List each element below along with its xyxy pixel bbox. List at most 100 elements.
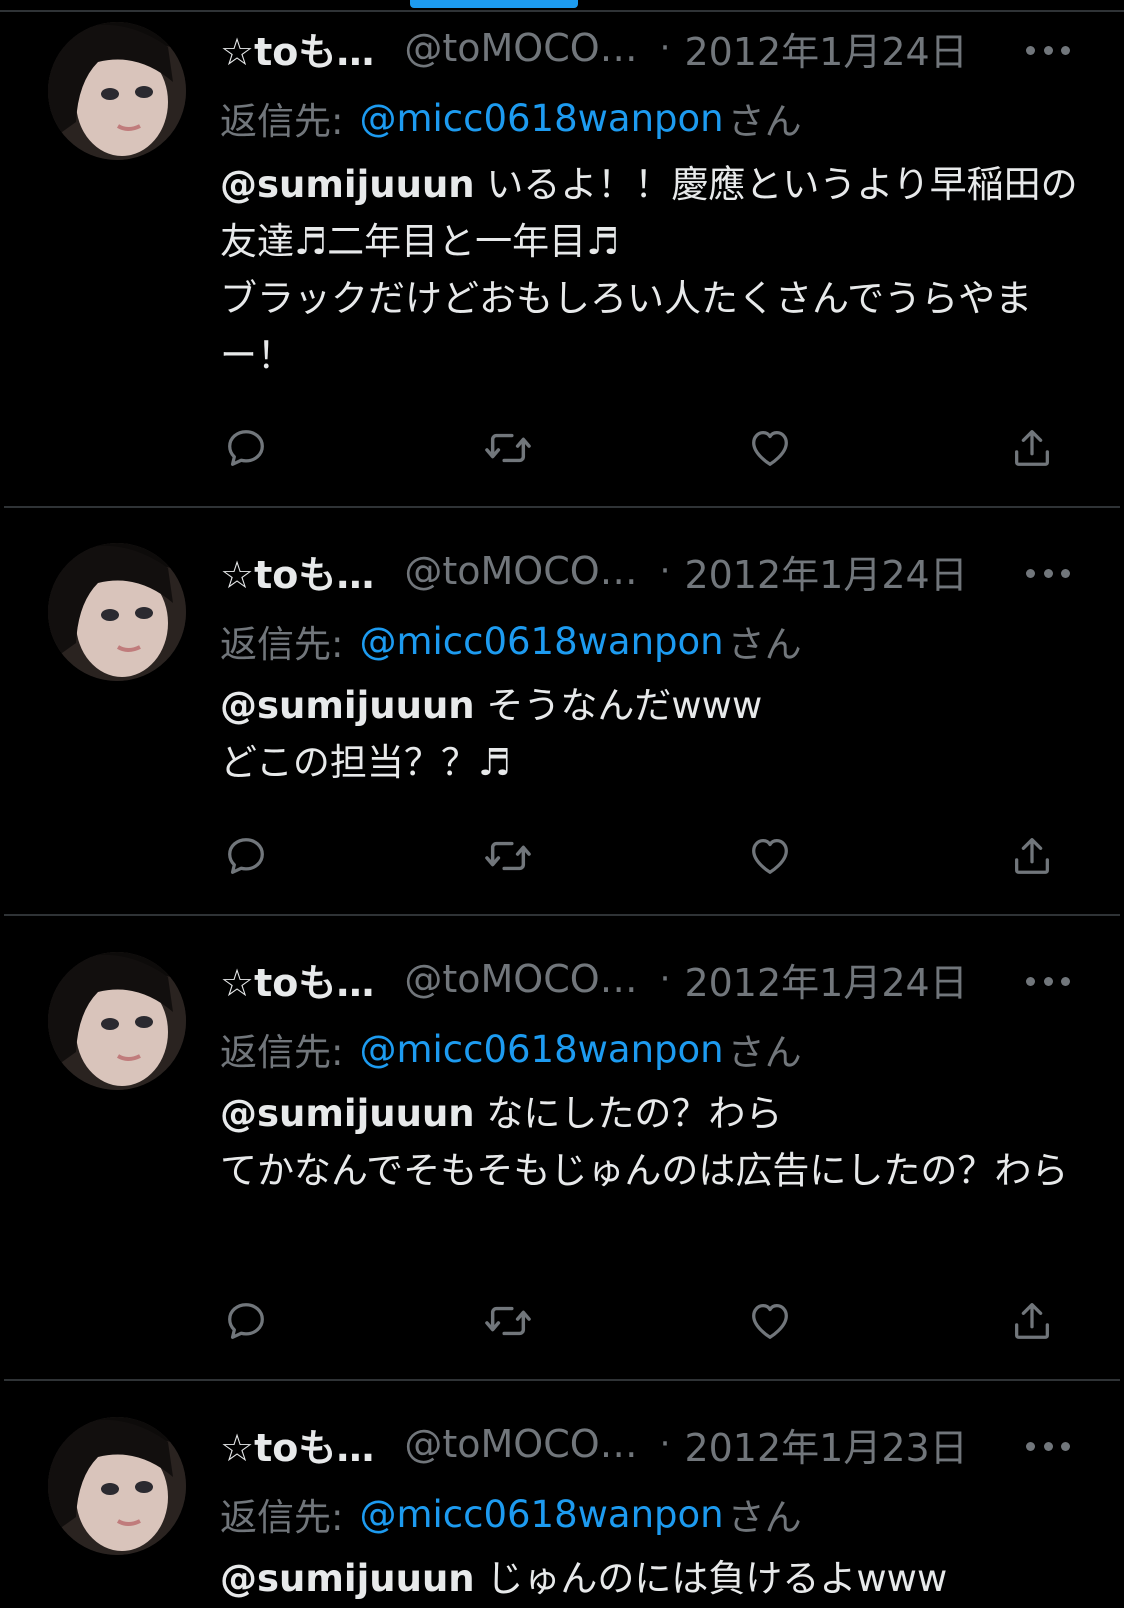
avatar[interactable] [48,1417,186,1555]
like-button[interactable] [744,423,796,473]
reply-context: 返信先: @micc0618wanpon さん [220,1489,802,1540]
share-button[interactable] [1006,1296,1058,1346]
heart-icon [752,431,788,466]
tweet-date[interactable]: 2012年1月24日 [684,544,967,599]
tweet-body: じゅんのには負けるよwww [474,1557,948,1600]
mention-link[interactable]: @sumijuuun [220,1092,475,1135]
tweet-header: ☆toも… @toMOCO… · 2012年1月24日 [220,22,1064,74]
tweet-divider [4,914,1120,916]
tweet-text: @sumijuuun そうなんだwww どこの担当？？♬ [220,677,1090,791]
action-bar [220,1296,1080,1346]
user-handle[interactable]: @toMOCO… [404,957,637,1001]
share-icon [1015,838,1049,874]
user-handle[interactable]: @toMOCO… [404,26,637,70]
mention-link[interactable]: @sumijuuun [220,684,475,727]
mention-link[interactable]: @sumijuuun [220,163,475,206]
like-button[interactable] [744,1296,796,1346]
scroll-position-indicator [410,0,578,8]
avatar[interactable] [48,22,186,160]
dot-icon [1061,568,1070,578]
tweet-date[interactable]: 2012年1月24日 [684,21,967,76]
heart-icon [752,839,788,874]
share-icon [1015,430,1049,466]
user-handle[interactable]: @toMOCO… [404,549,637,593]
share-button[interactable] [1006,423,1058,473]
user-handle[interactable]: @toMOCO… [404,1422,637,1466]
dot-icon [1061,1441,1070,1451]
share-icon [1015,1303,1049,1339]
tweet-header: ☆toも… @toMOCO… · 2012年1月23日 [220,1418,1064,1470]
dot-icon [1061,976,1070,986]
reply-to-link[interactable]: @micc0618wanpon [359,620,723,663]
separator-dot: · [659,551,671,591]
separator-dot: · [659,28,671,68]
reply-icon [228,430,264,466]
reply-button[interactable] [220,1296,272,1346]
tweet-divider [4,1379,1120,1381]
action-bar [220,423,1080,473]
retweet-icon [485,433,531,463]
action-bar [220,831,1080,881]
separator-dot: · [659,1424,671,1464]
display-name[interactable]: ☆toも… [220,1417,374,1472]
reply-to-link[interactable]: @micc0618wanpon [359,1493,723,1536]
reply-suffix: さん [727,1031,802,1074]
dot-icon [1061,45,1070,55]
tweet-date[interactable]: 2012年1月23日 [684,1417,967,1472]
dot-icon [1026,45,1035,55]
reply-button[interactable] [220,423,272,473]
avatar-photo-icon [48,952,186,1090]
retweet-icon [485,1306,531,1336]
tweet-text: @sumijuuun じゅんのには負けるよwww [220,1550,1090,1607]
reply-context: 返信先: @micc0618wanpon さん [220,616,802,667]
more-options-icon[interactable] [1026,973,1070,989]
separator-dot: · [659,959,671,999]
retweet-button[interactable] [482,831,534,881]
heart-icon [752,1304,788,1339]
reply-prefix: 返信先: [220,623,344,666]
avatar[interactable] [48,543,186,681]
dot-icon [1043,568,1053,578]
reply-to-link[interactable]: @micc0618wanpon [359,97,723,140]
tweet-date[interactable]: 2012年1月24日 [684,952,967,1007]
reply-prefix: 返信先: [220,1496,344,1539]
display-name[interactable]: ☆toも… [220,544,374,599]
more-options-icon[interactable] [1026,1438,1070,1454]
reply-icon [228,838,264,874]
mention-link[interactable]: @sumijuuun [220,1557,475,1600]
dot-icon [1026,568,1035,578]
reply-suffix: さん [727,100,802,143]
reply-icon [228,1303,264,1339]
reply-context: 返信先: @micc0618wanpon さん [220,1024,802,1075]
avatar-photo-icon [48,1417,186,1555]
tweet-divider [4,506,1120,508]
dot-icon [1043,976,1053,986]
display-name[interactable]: ☆toも… [220,952,374,1007]
tweet-text: @sumijuuun なにしたの？わら てかなんでそもそもじゅんのは広告にしたの… [220,1085,1090,1199]
reply-to-link[interactable]: @micc0618wanpon [359,1028,723,1071]
retweet-button[interactable] [482,1296,534,1346]
reply-suffix: さん [727,1496,802,1539]
reply-context: 返信先: @micc0618wanpon さん [220,93,802,144]
reply-suffix: さん [727,623,802,666]
top-divider [0,10,1124,12]
avatar-photo-icon [48,543,186,681]
reply-prefix: 返信先: [220,1031,344,1074]
dot-icon [1043,1441,1053,1451]
retweet-button[interactable] [482,423,534,473]
like-button[interactable] [744,831,796,881]
share-button[interactable] [1006,831,1058,881]
more-options-icon[interactable] [1026,565,1070,581]
reply-button[interactable] [220,831,272,881]
more-options-icon[interactable] [1026,42,1070,58]
tweet-header: ☆toも… @toMOCO… · 2012年1月24日 [220,545,1064,597]
dot-icon [1026,1441,1035,1451]
reply-prefix: 返信先: [220,100,344,143]
display-name[interactable]: ☆toも… [220,21,374,76]
avatar-photo-icon [48,22,186,160]
tweet-header: ☆toも… @toMOCO… · 2012年1月24日 [220,953,1064,1005]
dot-icon [1026,976,1035,986]
tweet-text: @sumijuuun いるよ！！慶應というより早稲田の友達♬二年目と一年目♬ ブ… [220,156,1090,384]
avatar[interactable] [48,952,186,1090]
dot-icon [1043,45,1053,55]
